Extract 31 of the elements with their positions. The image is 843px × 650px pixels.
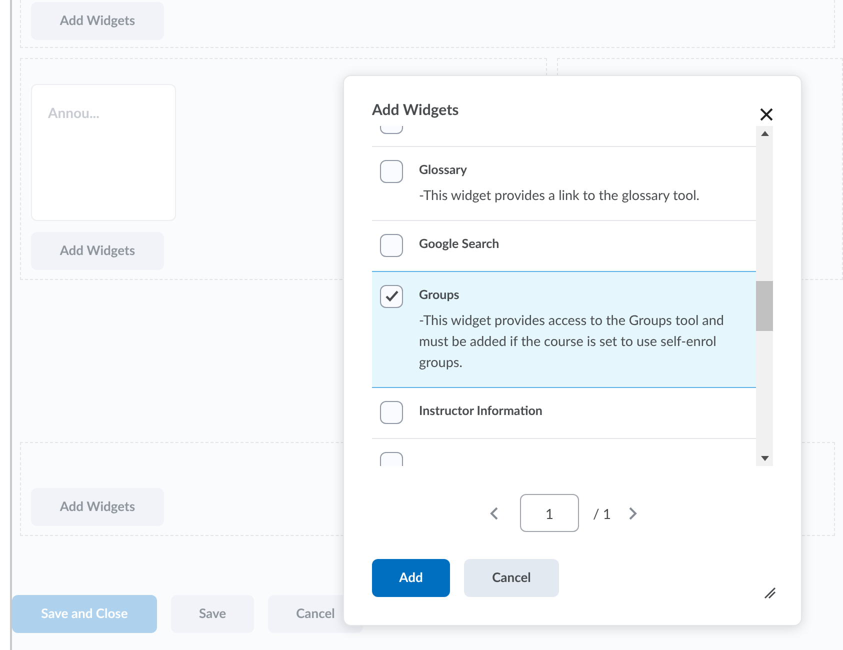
page-total: / 1 bbox=[592, 504, 612, 524]
widget-option[interactable]: Glossary -This widget provides a link to the glossary tool. bbox=[372, 147, 756, 221]
widget-option[interactable]: Instructor Information bbox=[372, 388, 756, 438]
dialog-title: Add Widgets bbox=[372, 100, 459, 121]
save-button[interactable]: Save bbox=[171, 595, 254, 633]
resize-handle-icon[interactable] bbox=[764, 587, 776, 599]
page-field[interactable]: 1 bbox=[520, 494, 579, 532]
widget-option[interactable]: Groups -This widget provides access to the Groups tool and must be added if the course is set to use self-enrol groups. bbox=[372, 270, 756, 388]
option-description: -This widget provides access to the Groups tool and must be added if the course is set to use self-enrol groups. bbox=[419, 310, 725, 372]
checkbox[interactable] bbox=[380, 400, 403, 424]
scroll-up-icon[interactable] bbox=[760, 131, 768, 136]
add-widgets-button[interactable]: Add Widgets bbox=[31, 488, 164, 526]
option-name: Instructor Information bbox=[419, 402, 542, 420]
scrollbar[interactable] bbox=[756, 126, 773, 466]
checkbox[interactable] bbox=[380, 160, 403, 183]
cancel-button[interactable]: Cancel bbox=[464, 559, 559, 597]
option-name: Glossary bbox=[419, 161, 468, 179]
next-icon[interactable] bbox=[629, 506, 638, 520]
option-name: Google Search bbox=[419, 234, 500, 253]
checkmark-icon bbox=[384, 290, 398, 302]
checkbox[interactable] bbox=[380, 234, 403, 257]
add-widgets-button[interactable]: Add Widgets bbox=[31, 2, 164, 40]
option-name: Groups bbox=[419, 286, 460, 304]
scroll-thumb[interactable] bbox=[756, 281, 773, 331]
checkbox[interactable] bbox=[380, 284, 403, 308]
previous-icon[interactable] bbox=[490, 506, 498, 520]
close-icon[interactable] bbox=[760, 108, 773, 121]
add-button[interactable]: Add bbox=[372, 559, 450, 597]
option-description: -This widget provides a link to the glossary tool. bbox=[419, 186, 700, 205]
scroll-down-icon[interactable] bbox=[760, 456, 768, 461]
add-widgets-button[interactable]: Add Widgets bbox=[31, 232, 164, 270]
